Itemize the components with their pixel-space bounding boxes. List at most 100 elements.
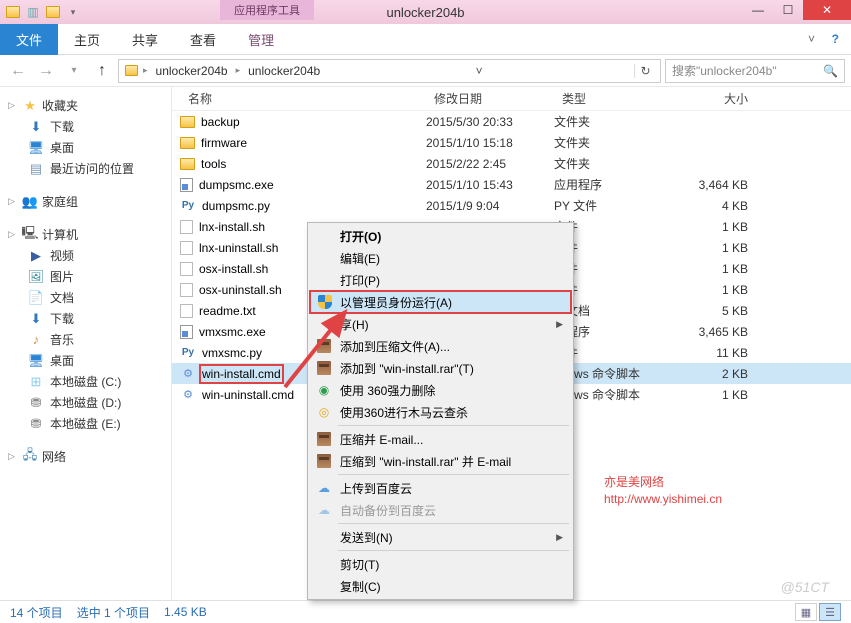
help-icon[interactable]: ?: [832, 32, 839, 46]
nav-network[interactable]: ▷🖧网络: [0, 446, 171, 467]
rar-icon: [316, 360, 332, 376]
nav-homegroup[interactable]: ▷👥家庭组: [0, 191, 171, 212]
tab-view[interactable]: 查看: [174, 24, 232, 55]
ctx-email-rar[interactable]: 压缩到 "win-install.rar" 并 E-mail: [310, 450, 571, 472]
tab-manage[interactable]: 管理: [232, 24, 290, 55]
rar-icon: [316, 338, 332, 354]
address-dropdown-icon[interactable]: ˅: [468, 64, 490, 78]
col-type[interactable]: 类型: [554, 90, 666, 107]
file-date: 2015/1/10 15:43: [426, 178, 554, 192]
shell-icon: [180, 220, 193, 234]
tab-file[interactable]: 文件: [0, 24, 58, 55]
menu-separator: [338, 425, 569, 426]
chevron-right-icon[interactable]: ▸: [143, 65, 148, 76]
file-row[interactable]: Pydumpsmc.py2015/1/9 9:04PY 文件4 KB: [172, 195, 851, 216]
menu-separator: [338, 523, 569, 524]
contextual-tab-label: 应用程序工具: [220, 0, 314, 20]
ctx-upload-baidu[interactable]: ☁上传到百度云: [310, 477, 571, 499]
column-headers: 名称 修改日期 类型 大小: [172, 87, 851, 111]
nav-videos[interactable]: ▶视频: [0, 245, 171, 266]
ctx-share[interactable]: 享(H)▶: [310, 313, 571, 335]
col-date[interactable]: 修改日期: [426, 90, 554, 107]
close-button[interactable]: ✕: [803, 0, 851, 20]
ctx-add-rar[interactable]: 添加到 "win-install.rar"(T): [310, 357, 571, 379]
text-icon: [180, 304, 193, 318]
file-row[interactable]: tools2015/2/22 2:45文件夹: [172, 153, 851, 174]
breadcrumb-part[interactable]: unlocker204b: [152, 64, 232, 78]
file-name: osx-uninstall.sh: [199, 283, 282, 297]
quick-access-toolbar: ▥ ▾: [4, 3, 82, 21]
up-button[interactable]: ↑: [90, 59, 114, 83]
ctx-cut[interactable]: 剪切(T): [310, 553, 571, 575]
nav-favorites[interactable]: ▷★收藏夹: [0, 95, 171, 116]
ctx-send-to[interactable]: 发送到(N)▶: [310, 526, 571, 548]
ctx-email-archive[interactable]: 压缩并 E-mail...: [310, 428, 571, 450]
file-qat-icon[interactable]: ▥: [24, 3, 42, 21]
disk-icon: ⛃: [28, 416, 44, 432]
titlebar: ▥ ▾ 应用程序工具 unlocker204b — ☐ ✕: [0, 0, 851, 24]
nav-music[interactable]: ♪音乐: [0, 329, 171, 350]
shell-icon: [180, 262, 193, 276]
recent-dropdown-icon[interactable]: ▾: [62, 59, 86, 83]
qat-dropdown-icon[interactable]: ▾: [64, 3, 82, 21]
nav-pictures[interactable]: 🖼图片: [0, 266, 171, 287]
status-item-count: 14 个项目: [10, 604, 63, 621]
breadcrumb-part[interactable]: unlocker204b: [244, 64, 324, 78]
360-shield-icon: ◎: [316, 404, 332, 420]
cloud-icon: ☁: [316, 502, 332, 518]
search-input[interactable]: 搜索"unlocker204b" 🔍: [665, 59, 845, 83]
ribbon-collapse-icon[interactable]: ˅: [808, 32, 815, 46]
ctx-run-as-admin[interactable]: 以管理员身份运行(A): [310, 291, 571, 313]
nav-downloads[interactable]: ⬇下载: [0, 116, 171, 137]
file-row[interactable]: firmware2015/1/10 15:18文件夹: [172, 132, 851, 153]
nav-disk-d[interactable]: ⛃本地磁盘 (D:): [0, 392, 171, 413]
nav-downloads2[interactable]: ⬇下载: [0, 308, 171, 329]
nav-disk-e[interactable]: ⛃本地磁盘 (E:): [0, 413, 171, 434]
col-size[interactable]: 大小: [666, 90, 756, 107]
folder-icon: [180, 116, 195, 128]
back-button[interactable]: ←: [6, 59, 30, 83]
ctx-force-delete[interactable]: ◉使用 360强力删除: [310, 379, 571, 401]
refresh-button[interactable]: ↻: [634, 64, 656, 78]
minimize-button[interactable]: —: [743, 0, 773, 20]
search-icon[interactable]: 🔍: [823, 64, 838, 78]
ctx-open[interactable]: 打开(O): [310, 225, 571, 247]
view-thumbnails-button[interactable]: ▦: [795, 603, 817, 621]
file-size: 1 KB: [666, 220, 756, 234]
status-size: 1.45 KB: [164, 605, 207, 619]
ctx-trojan-scan[interactable]: ◎使用360进行木马云查杀: [310, 401, 571, 423]
col-name[interactable]: 名称: [172, 90, 426, 107]
shell-icon: [180, 241, 193, 255]
file-row[interactable]: backup2015/5/30 20:33文件夹: [172, 111, 851, 132]
ribbon: 文件 主页 共享 查看 管理 ˅ ?: [0, 24, 851, 55]
file-name: dumpsmc.py: [202, 199, 270, 213]
tab-share[interactable]: 共享: [116, 24, 174, 55]
ctx-add-archive[interactable]: 添加到压缩文件(A)...: [310, 335, 571, 357]
annotation-text: 亦是美网络 http://www.yishimei.cn: [604, 474, 722, 508]
file-type: 应用程序: [554, 176, 666, 193]
folder-icon: [123, 63, 139, 79]
nav-computer[interactable]: ▷🖳计算机: [0, 224, 171, 245]
recent-icon: ▤: [28, 161, 44, 177]
ctx-print[interactable]: 打印(P): [310, 269, 571, 291]
nav-documents[interactable]: 📄文档: [0, 287, 171, 308]
nav-desktop2[interactable]: 🖥桌面: [0, 350, 171, 371]
ctx-copy[interactable]: 复制(C): [310, 575, 571, 597]
file-name: dumpsmc.exe: [199, 178, 274, 192]
nav-disk-c[interactable]: ⊞本地磁盘 (C:): [0, 371, 171, 392]
shell-icon: [180, 283, 193, 297]
star-icon: ★: [22, 98, 38, 114]
open-qat-icon[interactable]: [44, 3, 62, 21]
folder-icon[interactable]: [4, 3, 22, 21]
file-row[interactable]: dumpsmc.exe2015/1/10 15:43应用程序3,464 KB: [172, 174, 851, 195]
nav-recent[interactable]: ▤最近访问的位置: [0, 158, 171, 179]
view-details-button[interactable]: ☰: [819, 603, 841, 621]
nav-pane: ▷★收藏夹 ⬇下载 🖥桌面 ▤最近访问的位置 ▷👥家庭组 ▷🖳计算机 ▶视频 🖼…: [0, 87, 172, 603]
address-bar[interactable]: ▸ unlocker204b ▸ unlocker204b ˅ ↻: [118, 59, 661, 83]
cloud-icon: ☁: [316, 480, 332, 496]
chevron-right-icon[interactable]: ▸: [236, 65, 241, 76]
maximize-button[interactable]: ☐: [773, 0, 803, 20]
nav-desktop[interactable]: 🖥桌面: [0, 137, 171, 158]
ctx-edit[interactable]: 编辑(E): [310, 247, 571, 269]
tab-home[interactable]: 主页: [58, 24, 116, 55]
